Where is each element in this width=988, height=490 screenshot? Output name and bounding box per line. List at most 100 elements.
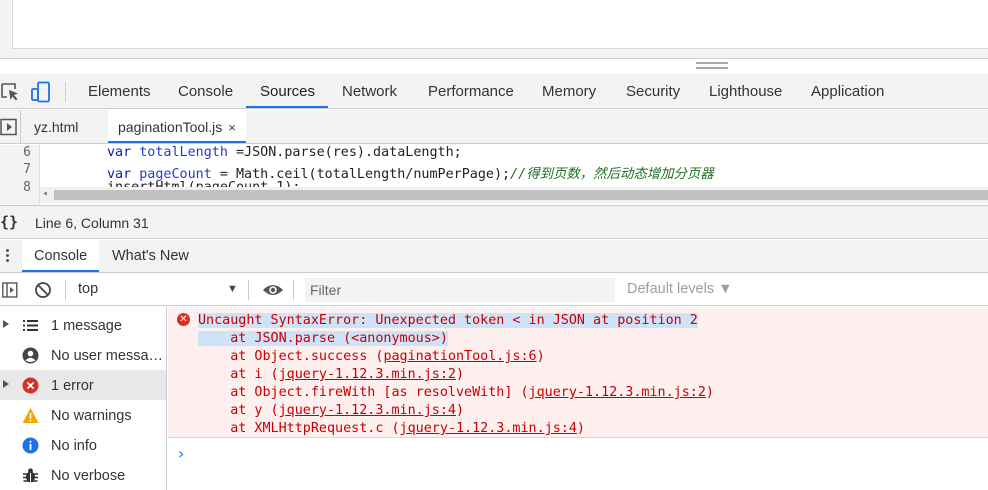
toolbar-divider <box>293 280 294 300</box>
tab-performance[interactable]: Performance <box>418 74 524 108</box>
sidebar-item-label: No warnings <box>51 408 132 424</box>
log-levels-dropdown[interactable]: Default levels ▼ <box>627 281 732 297</box>
source-link[interactable]: paginationTool.js:6 <box>383 349 536 364</box>
error-icon: ✕ <box>177 313 190 326</box>
tab-lighthouse[interactable]: Lighthouse <box>699 74 792 108</box>
stack-frame-text: ) <box>456 367 465 382</box>
stack-frame: at JSON.parse (<anonymous>) <box>198 331 448 346</box>
console-messages: ✕ Uncaught SyntaxError: Unexpected token… <box>168 307 988 490</box>
error-icon <box>22 377 39 394</box>
file-tab-yz-html[interactable]: yz.html <box>24 110 88 143</box>
close-tab-icon[interactable]: × <box>228 111 236 145</box>
drawer-tab-whats-new[interactable]: What's New <box>100 240 201 272</box>
error-text: Uncaught SyntaxError: Unexpected token <… <box>198 313 698 328</box>
toolbar-divider <box>248 280 249 300</box>
stack-frame: at XMLHttpRequest.c (jquery-1.12.3.min.j… <box>198 421 585 436</box>
tab-security[interactable]: Security <box>616 74 690 108</box>
sidebar-item-label: 1 error <box>51 378 94 394</box>
line-number: 7 <box>23 162 31 177</box>
code-variable: totalLength <box>131 145 228 160</box>
sidebar-item-messages[interactable]: 1 message <box>0 310 166 340</box>
inspect-element-icon[interactable] <box>0 81 22 103</box>
live-expression-eye-icon[interactable] <box>262 282 284 298</box>
tab-network[interactable]: Network <box>332 74 407 108</box>
sidebar-item-warnings[interactable]: No warnings <box>0 400 166 430</box>
console-toolbar: top ▼ Default levels ▼ <box>0 274 988 306</box>
source-link[interactable]: jquery-1.12.3.min.js:2 <box>279 367 456 382</box>
sidebar-item-label: No verbose <box>51 468 126 484</box>
stack-frame-text: ) <box>456 403 465 418</box>
clear-console-icon[interactable] <box>34 281 52 299</box>
tab-elements[interactable]: Elements <box>78 74 161 108</box>
page-content-card <box>12 0 988 49</box>
console-sidebar-toggle-icon[interactable] <box>2 282 18 298</box>
sidebar-item-verbose[interactable]: No verbose <box>0 460 166 490</box>
stack-frame-text: at y ( <box>198 403 279 418</box>
stack-frame-text: at Object.fireWith [as resolveWith] ( <box>198 385 529 400</box>
page-viewport <box>0 0 988 58</box>
line-number: 8 <box>23 180 31 195</box>
stack-frame-text: at JSON.parse (<anonymous>) <box>198 331 448 346</box>
drawer-tab-console[interactable]: Console <box>22 240 100 272</box>
context-dropdown-icon[interactable]: ▼ <box>227 283 238 295</box>
tab-memory[interactable]: Memory <box>532 74 606 108</box>
stack-frame-text: at Object.success ( <box>198 349 384 364</box>
stack-frame-text: at i ( <box>198 367 279 382</box>
console-filter-input[interactable] <box>305 278 615 302</box>
sidebar-item-user-messages[interactable]: No user messa… <box>0 340 166 370</box>
toolbar-divider <box>65 82 66 102</box>
error-message-text: Uncaught SyntaxError: Unexpected token <… <box>198 313 698 328</box>
pretty-print-icon[interactable]: {} <box>0 213 18 231</box>
scroll-left-icon[interactable]: ◂ <box>42 188 48 199</box>
editor-status-bar: {} Line 6, Column 31 <box>0 205 988 239</box>
expand-triangle-icon[interactable] <box>3 380 9 388</box>
source-link[interactable]: jquery-1.12.3.min.js:4 <box>279 403 456 418</box>
sidebar-item-label: No info <box>51 438 97 454</box>
file-tab-divider <box>20 110 21 143</box>
code-keyword: var <box>107 145 132 160</box>
line-number-gutter: 6 7 8 <box>0 145 40 205</box>
scrollbar-thumb[interactable] <box>54 190 988 200</box>
code-comment: //得到页数，然后动态增加分页器 <box>510 167 714 182</box>
stack-frame-text: ) <box>705 385 714 400</box>
stack-frame-text: at XMLHttpRequest.c ( <box>198 421 400 436</box>
warning-icon <box>22 408 39 423</box>
tab-console[interactable]: Console <box>168 74 243 108</box>
user-icon <box>22 347 39 364</box>
cursor-position: Line 6, Column 31 <box>35 215 149 231</box>
file-tab-bar: yz.html paginationTool.js × <box>0 110 988 144</box>
stack-frame: at y (jquery-1.12.3.min.js:4) <box>198 403 464 418</box>
stack-frame-text: ) <box>576 421 585 436</box>
source-link[interactable]: jquery-1.12.3.min.js:4 <box>400 421 577 436</box>
expand-triangle-icon[interactable] <box>3 320 9 328</box>
devtools-resizer[interactable] <box>0 58 988 74</box>
sidebar-item-errors[interactable]: 1 error <box>0 370 166 400</box>
file-tab-pagination-tool[interactable]: paginationTool.js × <box>108 110 246 143</box>
code-editor[interactable]: 6 7 8 var totalLength =JSON.parse(res).d… <box>0 145 988 205</box>
code-horizontal-scrollbar[interactable]: ◂ <box>40 187 988 203</box>
stack-frame: at Object.success (paginationTool.js:6) <box>198 349 545 364</box>
toolbar-divider <box>65 280 66 300</box>
drawer-tab-bar: Console What's New <box>0 240 988 273</box>
toggle-navigator-icon[interactable] <box>0 118 18 136</box>
tab-application[interactable]: Application <box>801 74 894 108</box>
console-sidebar: 1 message No user messa… 1 error No warn… <box>0 307 167 490</box>
bug-icon <box>23 468 38 483</box>
line-number: 6 <box>23 145 31 160</box>
drawer-menu-icon[interactable] <box>6 249 10 264</box>
context-selector[interactable]: top <box>78 281 98 297</box>
stack-frame-text: ) <box>536 349 545 364</box>
code-line: var totalLength =JSON.parse(res).dataLen… <box>107 145 462 160</box>
file-tab-label: paginationTool.js <box>118 119 223 135</box>
source-link[interactable]: jquery-1.12.3.min.js:2 <box>529 385 706 400</box>
error-message[interactable]: ✕ Uncaught SyntaxError: Unexpected token… <box>168 307 988 438</box>
tab-sources[interactable]: Sources <box>246 74 328 108</box>
device-toolbar-icon[interactable] <box>30 81 52 103</box>
resizer-grip-icon[interactable] <box>696 62 728 69</box>
stack-frame: at Object.fireWith [as resolveWith] (jqu… <box>198 385 714 400</box>
console-prompt-icon[interactable]: › <box>178 444 184 463</box>
main-tab-bar: Elements Console Sources Network Perform… <box>0 74 988 109</box>
sidebar-item-label: 1 message <box>51 318 122 334</box>
list-icon <box>23 320 38 331</box>
sidebar-item-info[interactable]: No info <box>0 430 166 460</box>
